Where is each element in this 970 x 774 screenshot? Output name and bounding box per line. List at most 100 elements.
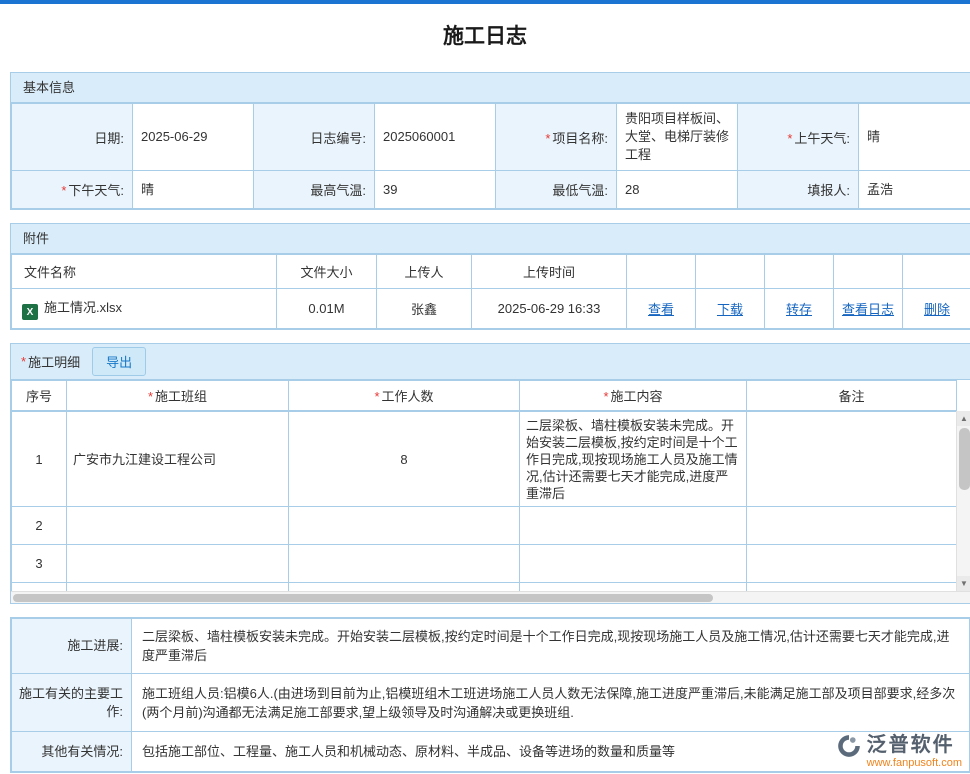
pm-weather-label: *下午天气: <box>12 171 133 209</box>
detail-table-body: 1 广安市九江建设工程公司 8 二层梁板、墙柱模板安装未完成。开始安装二层模板,… <box>11 411 957 591</box>
col-header-empty <box>834 255 903 289</box>
attachment-file-name: 施工情况.xlsx <box>12 289 277 329</box>
col-header-file-size: 文件大小 <box>277 255 377 289</box>
detail-content <box>520 545 747 583</box>
other-info-label: 其他有关情况: <box>12 732 132 772</box>
attachment-file-size: 0.01M <box>277 289 377 329</box>
summary-row: 其他有关情况: 包括施工部位、工程量、施工人员和机械动态、原材料、半成品、设备等… <box>12 732 970 772</box>
log-no-label: 日志编号: <box>254 104 375 171</box>
required-mark: * <box>61 183 66 198</box>
col-header-note: 备注 <box>747 381 957 411</box>
col-header-empty <box>903 255 970 289</box>
col-header-upload-time: 上传时间 <box>472 255 627 289</box>
save-as-link[interactable]: 转存 <box>786 302 812 317</box>
horizontal-scrollbar[interactable] <box>11 591 970 603</box>
detail-row: 1 广安市九江建设工程公司 8 二层梁板、墙柱模板安装未完成。开始安装二层模板,… <box>12 412 957 507</box>
detail-note <box>747 545 957 583</box>
col-header-empty <box>765 255 834 289</box>
min-temp-value: 28 <box>617 171 738 209</box>
date-value: 2025-06-29 <box>133 104 254 171</box>
detail-note <box>747 583 957 592</box>
detail-note <box>747 412 957 507</box>
summary-section: 施工进展: 二层梁板、墙柱模板安装未完成。开始安装二层模板,按约定时间是十个工作… <box>10 617 970 773</box>
required-mark: * <box>545 131 550 146</box>
page-title: 施工日志 <box>0 20 970 50</box>
detail-seq: 4 <box>12 583 67 592</box>
brand-name: 泛普软件 <box>867 733 955 757</box>
summary-row: 施工进展: 二层梁板、墙柱模板安装未完成。开始安装二层模板,按约定时间是十个工作… <box>12 619 970 674</box>
detail-content: 二层梁板、墙柱模板安装未完成。开始安装二层模板,按约定时间是十个工作日完成,现按… <box>520 412 747 507</box>
detail-workers <box>289 583 520 592</box>
detail-team <box>67 545 289 583</box>
reporter-label: 填报人: <box>738 171 859 209</box>
progress-value: 二层梁板、墙柱模板安装未完成。开始安装二层模板,按约定时间是十个工作日完成,现按… <box>132 619 970 674</box>
view-link[interactable]: 查看 <box>648 302 674 317</box>
summary-row: 施工有关的主要工作: 施工班组人员:铝模6人.(由进场到目前为止,铝模班组木工班… <box>12 674 970 732</box>
detail-team <box>67 583 289 592</box>
required-mark: * <box>21 354 26 369</box>
download-link[interactable]: 下载 <box>717 302 743 317</box>
horizontal-scrollbar-thumb[interactable] <box>13 594 713 602</box>
detail-content <box>520 507 747 545</box>
required-mark: * <box>787 131 792 146</box>
detail-team <box>67 507 289 545</box>
basic-info-header: 基本信息 <box>11 73 970 103</box>
scroll-down-arrow-icon[interactable] <box>957 576 970 591</box>
pm-weather-value: 晴 <box>133 171 254 209</box>
log-no-value: 2025060001 <box>375 104 496 171</box>
attachment-uploader: 张鑫 <box>377 289 472 329</box>
scroll-up-arrow-icon[interactable] <box>957 411 970 426</box>
attachment-upload-time: 2025-06-29 16:33 <box>472 289 627 329</box>
detail-seq: 3 <box>12 545 67 583</box>
detail-table-scroll-area: 1 广安市九江建设工程公司 8 二层梁板、墙柱模板安装未完成。开始安装二层模板,… <box>11 411 970 591</box>
delete-link[interactable]: 删除 <box>924 302 950 317</box>
reporter-value: 孟浩 <box>859 171 970 209</box>
top-accent-line <box>0 0 970 4</box>
max-temp-label: 最高气温: <box>254 171 375 209</box>
basic-info-section: 基本信息 日期: 2025-06-29 日志编号: 2025060001 *项目… <box>10 72 970 210</box>
project-name-label: *项目名称: <box>496 104 617 171</box>
construction-detail-title: 施工明细 <box>28 352 80 371</box>
min-temp-label: 最低气温: <box>496 171 617 209</box>
main-work-value: 施工班组人员:铝模6人.(由进场到目前为止,铝模班组木工班进场施工人员人数无法保… <box>132 674 970 732</box>
basic-info-table: 日期: 2025-06-29 日志编号: 2025060001 *项目名称: 贵… <box>11 103 970 209</box>
construction-detail-section: * 施工明细 导出 序号 *施工班组 *工作人数 *施工内容 备注 1 广安市九… <box>10 343 970 604</box>
col-header-file-name: 文件名称 <box>12 255 277 289</box>
detail-content <box>520 583 747 592</box>
date-label: 日期: <box>12 104 133 171</box>
brand-url: www.fanpusoft.com <box>867 757 962 770</box>
detail-seq: 2 <box>12 507 67 545</box>
detail-workers <box>289 507 520 545</box>
attachments-header: 附件 <box>11 224 970 254</box>
export-button[interactable]: 导出 <box>92 347 146 376</box>
required-mark: * <box>148 389 153 404</box>
main-work-label: 施工有关的主要工作: <box>12 674 132 732</box>
detail-workers <box>289 545 520 583</box>
detail-row: 3 <box>12 545 957 583</box>
vertical-scrollbar-thumb[interactable] <box>959 428 970 490</box>
construction-detail-header: * 施工明细 导出 <box>11 344 970 380</box>
progress-label: 施工进展: <box>12 619 132 674</box>
excel-file-icon <box>22 304 38 320</box>
col-header-empty <box>627 255 696 289</box>
view-log-link[interactable]: 查看日志 <box>842 302 894 317</box>
vertical-scrollbar[interactable] <box>956 411 970 591</box>
required-mark: * <box>603 389 608 404</box>
col-header-content: *施工内容 <box>520 381 747 411</box>
max-temp-value: 39 <box>375 171 496 209</box>
col-header-team: *施工班组 <box>67 381 289 411</box>
detail-team: 广安市九江建设工程公司 <box>67 412 289 507</box>
am-weather-label: *上午天气: <box>738 104 859 171</box>
detail-seq: 1 <box>12 412 67 507</box>
col-header-empty <box>696 255 765 289</box>
detail-row: 4 <box>12 583 957 592</box>
am-weather-value: 晴 <box>859 104 970 171</box>
attachments-table: 文件名称 文件大小 上传人 上传时间 施工情况.xlsx 0.01M 张鑫 20… <box>11 254 970 329</box>
attachment-row: 施工情况.xlsx 0.01M 张鑫 2025-06-29 16:33 查看 下… <box>12 289 970 329</box>
fanpu-brand: 泛普软件 www.fanpusoft.com <box>836 733 962 770</box>
detail-table-header: 序号 *施工班组 *工作人数 *施工内容 备注 <box>11 380 957 411</box>
attachments-section: 附件 文件名称 文件大小 上传人 上传时间 施工情况.xlsx 0.01M 张鑫… <box>10 223 970 330</box>
col-header-uploader: 上传人 <box>377 255 472 289</box>
fanpu-logo-icon <box>836 733 862 759</box>
project-name-value: 贵阳项目样板间、大堂、电梯厅装修工程 <box>617 104 738 171</box>
